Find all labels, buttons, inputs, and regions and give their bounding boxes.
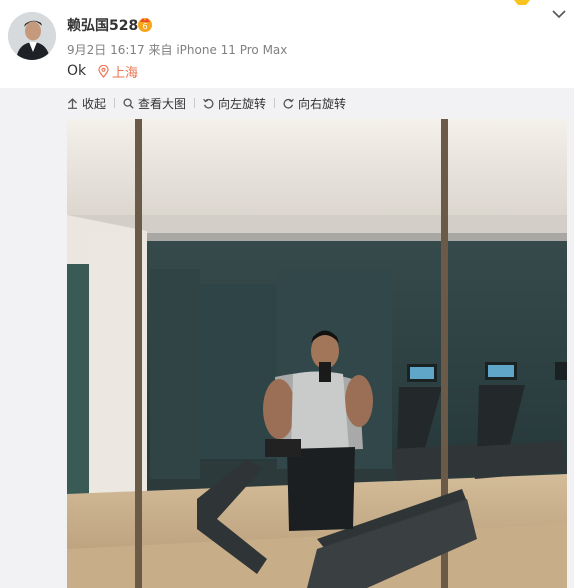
toolbar-divider xyxy=(274,98,276,108)
post-source: 来自 iPhone 11 Pro Max xyxy=(148,43,288,57)
collapse-label: 收起 xyxy=(82,96,107,111)
avatar[interactable] xyxy=(8,12,56,60)
gym-selfie-photo xyxy=(67,119,567,588)
svg-text:6: 6 xyxy=(142,22,147,31)
magnify-icon xyxy=(123,97,134,109)
location-name: 上海 xyxy=(112,66,139,81)
rotate-right-button[interactable]: 向右旋转 xyxy=(283,95,346,112)
collapse-button[interactable]: 收起 xyxy=(67,95,106,112)
emoji-fragment-icon xyxy=(514,0,530,5)
post-time[interactable]: 9月2日 16:17 xyxy=(67,43,145,57)
post-content: Ok xyxy=(67,63,87,79)
post-image[interactable] xyxy=(67,119,567,588)
post-meta: 9月2日 16:17 来自 iPhone 11 Pro Max xyxy=(67,41,287,58)
location-link[interactable]: 上海 xyxy=(98,62,138,81)
toolbar-divider xyxy=(114,98,116,108)
toolbar-divider xyxy=(194,98,196,108)
rotate-left-button[interactable]: 向左旋转 xyxy=(203,95,266,112)
image-toolbar: 收起 查看大图 向左旋转 向右旋转 xyxy=(67,95,346,111)
vip-badge-icon[interactable]: 6 xyxy=(137,16,155,32)
view-large-button[interactable]: 查看大图 xyxy=(123,95,186,112)
rotate-left-label: 向左旋转 xyxy=(218,96,267,111)
chevron-down-icon[interactable] xyxy=(552,9,566,19)
rotate-left-icon xyxy=(203,98,214,109)
rotate-right-label: 向右旋转 xyxy=(298,96,347,111)
collapse-icon xyxy=(68,97,77,109)
location-pin-icon xyxy=(98,65,109,78)
user-name[interactable]: 赖弘国528 xyxy=(67,15,138,35)
view-large-label: 查看大图 xyxy=(138,96,187,111)
avatar-photo xyxy=(8,12,56,60)
rotate-right-icon xyxy=(283,98,294,109)
post-header: 赖弘国528 6 9月2日 16:17 来自 iPhone 11 Pro Max… xyxy=(0,0,574,88)
